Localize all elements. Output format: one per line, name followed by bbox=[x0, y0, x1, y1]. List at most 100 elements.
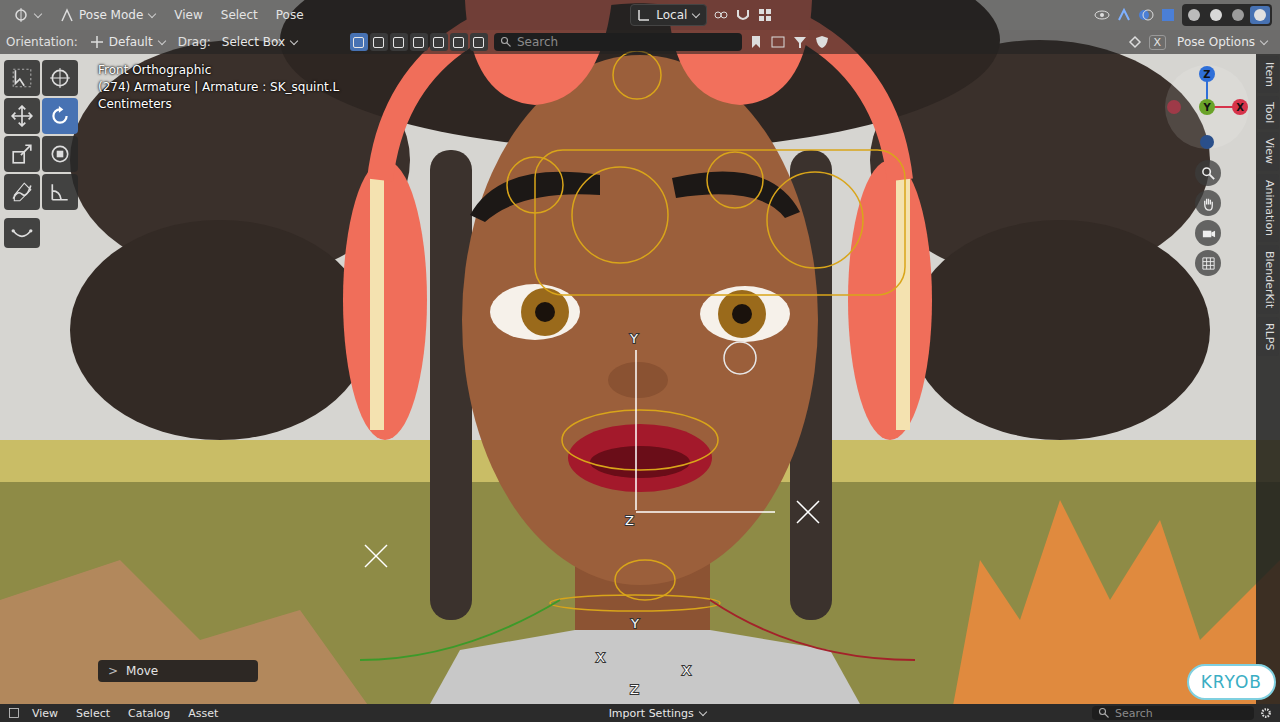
shading-sphere-icon bbox=[1254, 9, 1266, 21]
layout-icon[interactable] bbox=[770, 34, 786, 50]
bone-axis-label: Y bbox=[630, 616, 639, 631]
svg-text:Z: Z bbox=[1203, 69, 1210, 80]
cursor-icon bbox=[49, 67, 71, 89]
menu-item[interactable]: Pose bbox=[270, 6, 310, 24]
drag-dropdown[interactable]: Select Box bbox=[217, 33, 304, 51]
caret-icon bbox=[699, 707, 707, 715]
zoom-button[interactable] bbox=[1195, 160, 1221, 186]
gear-icon[interactable] bbox=[1260, 707, 1272, 719]
gizmo-toggle-icon[interactable] bbox=[1116, 7, 1132, 23]
orientation-value-dropdown[interactable]: Default bbox=[84, 32, 172, 52]
snap-grid-icon[interactable] bbox=[757, 7, 773, 23]
scale-icon bbox=[11, 143, 33, 165]
svg-text:X: X bbox=[1236, 102, 1244, 113]
tool-button[interactable] bbox=[4, 174, 40, 210]
sidebar-tab[interactable]: View bbox=[1257, 132, 1279, 170]
gizmo-axis[interactable]: Y bbox=[1199, 99, 1215, 115]
shield-icon[interactable] bbox=[814, 34, 830, 50]
select-mode-button[interactable] bbox=[410, 33, 428, 51]
close-button[interactable]: X bbox=[1149, 35, 1167, 50]
pose-mirror-icon[interactable] bbox=[1127, 34, 1143, 50]
shading-group bbox=[1182, 4, 1272, 26]
ortho-button[interactable] bbox=[1195, 250, 1221, 276]
orientation-dropdown[interactable]: Local bbox=[630, 4, 707, 26]
select-mode-button[interactable] bbox=[470, 33, 488, 51]
sidebar-tab[interactable]: RLPS bbox=[1257, 317, 1279, 356]
zoom-icon bbox=[1201, 166, 1216, 181]
select-mode-button[interactable] bbox=[430, 33, 448, 51]
sidebar-tab[interactable]: Item bbox=[1257, 56, 1279, 93]
xray-icon[interactable] bbox=[1160, 7, 1176, 23]
transform-icon bbox=[49, 143, 71, 165]
tool-button[interactable] bbox=[42, 174, 78, 210]
menu-item[interactable]: View bbox=[26, 705, 64, 722]
menu-item[interactable]: Asset bbox=[182, 705, 224, 722]
import-settings-dropdown[interactable]: Import Settings bbox=[604, 705, 713, 722]
bone-axis-label: Z bbox=[625, 513, 634, 528]
mode-dropdown[interactable]: Pose Mode bbox=[54, 5, 162, 25]
select-mode-button[interactable] bbox=[450, 33, 468, 51]
menu-item[interactable]: Select bbox=[215, 6, 264, 24]
pose-icon bbox=[59, 7, 75, 23]
navigation-gizmo[interactable]: Z Y X bbox=[1162, 62, 1254, 154]
search-field[interactable]: Search bbox=[494, 33, 742, 51]
asset-search-field[interactable]: Search bbox=[1092, 706, 1254, 720]
gizmo-axis[interactable]: Z bbox=[1199, 66, 1215, 82]
editor-type-icon[interactable] bbox=[8, 707, 20, 719]
shading-button[interactable] bbox=[1206, 6, 1226, 24]
caret-icon bbox=[34, 9, 42, 17]
shading-button[interactable] bbox=[1228, 6, 1248, 24]
filter-icon[interactable] bbox=[792, 34, 808, 50]
select-mode-icon bbox=[473, 37, 484, 48]
visibility-icon[interactable] bbox=[1094, 7, 1110, 23]
gizmo-axis[interactable]: X bbox=[1232, 99, 1248, 115]
select-mode-icon bbox=[393, 37, 404, 48]
grid-icon bbox=[1201, 256, 1216, 271]
sidebar-tab[interactable]: Animation bbox=[1257, 174, 1279, 242]
tool-button[interactable] bbox=[42, 136, 78, 172]
menu-item[interactable]: Catalog bbox=[122, 705, 176, 722]
tool-button[interactable] bbox=[4, 98, 40, 134]
measure-icon bbox=[49, 181, 71, 203]
caret-icon bbox=[148, 9, 156, 17]
select-mode-button[interactable] bbox=[350, 33, 368, 51]
shading-button[interactable] bbox=[1184, 6, 1204, 24]
last-operator-panel[interactable]: >Move bbox=[98, 660, 258, 682]
pan-button[interactable] bbox=[1195, 190, 1221, 216]
select-mode-group bbox=[350, 33, 488, 51]
tool-button[interactable] bbox=[4, 60, 40, 96]
camera-button[interactable] bbox=[1195, 220, 1221, 246]
shading-sphere-icon bbox=[1188, 9, 1200, 21]
tool-button[interactable] bbox=[42, 60, 78, 96]
asset-browser-header: View Select Catalog Asset Import Settings Sea… bbox=[0, 704, 1280, 722]
caret-icon bbox=[1260, 36, 1268, 44]
sidebar-tab[interactable]: BlenderKit bbox=[1257, 245, 1279, 314]
tool-button[interactable] bbox=[4, 136, 40, 172]
hand-icon bbox=[1201, 196, 1216, 211]
tool-shelf bbox=[0, 54, 84, 704]
shading-button[interactable] bbox=[1250, 6, 1270, 24]
sidebar-tab[interactable]: Tool bbox=[1257, 96, 1279, 129]
pose-options-dropdown[interactable]: Pose Options bbox=[1172, 33, 1274, 51]
viewport-scene[interactable]: Y Z Y X X Z bbox=[0, 0, 1280, 722]
bookmark-icon[interactable] bbox=[748, 34, 764, 50]
editor-type-button[interactable] bbox=[8, 5, 48, 25]
tool-settings-bar: Orientation:DefaultDrag:Select BoxSearch… bbox=[0, 30, 1280, 54]
tool-button[interactable] bbox=[4, 218, 40, 248]
bone-axis-label: X bbox=[596, 650, 605, 665]
svg-text:Y: Y bbox=[1202, 102, 1211, 113]
select-mode-icon bbox=[433, 37, 444, 48]
select-mode-icon bbox=[373, 37, 384, 48]
pivot-icon[interactable] bbox=[713, 7, 729, 23]
select-mode-button[interactable] bbox=[390, 33, 408, 51]
tool-button[interactable] bbox=[42, 98, 78, 134]
caret-icon bbox=[157, 36, 165, 44]
menu-item[interactable]: View bbox=[168, 6, 208, 24]
overlay-icon[interactable] bbox=[1138, 7, 1154, 23]
select-mode-button[interactable] bbox=[370, 33, 388, 51]
menu-item[interactable]: Select bbox=[70, 705, 116, 722]
viewport-header: Pose Mode View Select Pose Local bbox=[0, 0, 1280, 30]
snap-icon[interactable] bbox=[735, 7, 751, 23]
caret-icon bbox=[692, 9, 700, 17]
bone-axis-label: Z bbox=[630, 682, 639, 697]
